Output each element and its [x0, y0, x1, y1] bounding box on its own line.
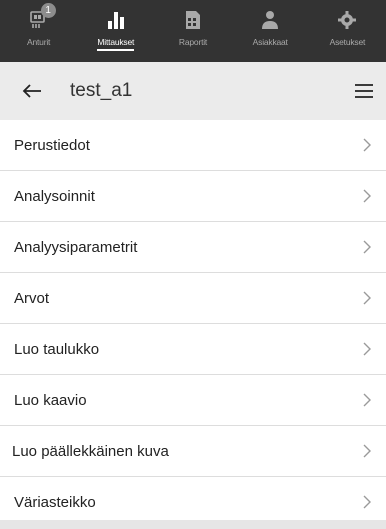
menu-item-luo-kaavio[interactable]: Luo kaavio	[0, 375, 386, 426]
chevron-right-icon	[363, 342, 371, 356]
chevron-right-icon	[363, 138, 371, 152]
menu-item-label: Analysoinnit	[14, 187, 95, 205]
bottom-strip	[0, 520, 386, 529]
page-header: test_a1	[0, 62, 386, 120]
menu-item-label: Luo päällekkäinen kuva	[12, 442, 169, 460]
tab-asiakkaat[interactable]: Asiakkaat	[232, 0, 309, 62]
menu-item-perustiedot[interactable]: Perustiedot	[0, 120, 386, 171]
tab-mittaukset[interactable]: Mittaukset	[77, 0, 154, 62]
tab-label: Mittaukset	[97, 37, 134, 51]
customers-icon	[259, 9, 281, 31]
back-button[interactable]	[12, 71, 52, 111]
chevron-right-icon	[363, 495, 371, 509]
menu-item-label: Luo kaavio	[14, 391, 87, 409]
arrow-left-icon	[22, 84, 41, 98]
settings-gear-icon	[336, 9, 358, 31]
tab-raportit[interactable]: Raportit	[154, 0, 231, 62]
tab-label: Asetukset	[329, 37, 366, 47]
page-title: test_a1	[70, 80, 133, 101]
menu-item-label: Analyysiparametrit	[14, 238, 138, 256]
report-icon	[182, 9, 204, 31]
menu-button[interactable]	[348, 75, 380, 107]
chevron-right-icon	[363, 189, 371, 203]
chevron-right-icon	[363, 393, 371, 407]
menu-item-label: Luo taulukko	[14, 340, 100, 358]
notification-badge: 1	[40, 3, 56, 18]
menu-item-label: Arvot	[14, 289, 50, 307]
tab-label: Asiakkaat	[252, 37, 288, 47]
menu-item-label: Väriasteikko	[14, 493, 96, 511]
chevron-right-icon	[363, 444, 371, 458]
tab-label: Anturit	[27, 37, 51, 47]
sensor-icon: 1	[28, 3, 56, 31]
tab-asetukset[interactable]: Asetukset	[309, 0, 386, 62]
menu-item-luo-paallekkainen-kuva[interactable]: Luo päällekkäinen kuva	[0, 426, 386, 477]
menu-item-analyysiparametrit[interactable]: Analyysiparametrit	[0, 222, 386, 273]
top-tab-bar: 1 Anturit Mittaukset Raportit Asiakkaat …	[0, 0, 386, 62]
chevron-right-icon	[363, 240, 371, 254]
hamburger-menu-icon	[355, 84, 373, 98]
tab-label: Raportit	[178, 37, 208, 47]
menu-item-arvot[interactable]: Arvot	[0, 273, 386, 324]
menu-item-label: Perustiedot	[14, 136, 90, 154]
bar-chart-icon	[105, 9, 127, 31]
menu-item-analysoinnit[interactable]: Analysoinnit	[0, 171, 386, 222]
menu-item-luo-taulukko[interactable]: Luo taulukko	[0, 324, 386, 375]
measurement-menu-list: Perustiedot Analysoinnit Analyysiparamet…	[0, 120, 386, 528]
tab-anturit[interactable]: 1 Anturit	[0, 0, 77, 62]
chevron-right-icon	[363, 291, 371, 305]
